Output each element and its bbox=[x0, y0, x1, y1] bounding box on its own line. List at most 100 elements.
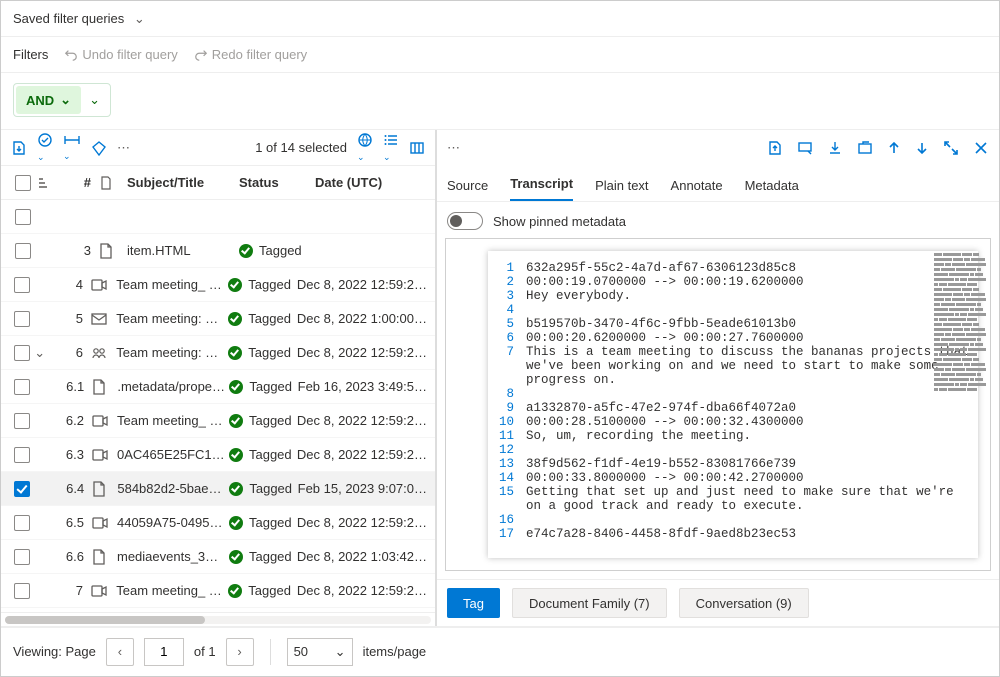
table-row[interactable]: 6.4584b82d2-5bae-4f…TaggedFeb 15, 2023 9… bbox=[1, 472, 435, 506]
table-row[interactable]: 4Team meeting_ ban…TaggedDec 8, 2022 12:… bbox=[1, 268, 435, 302]
operator-pill[interactable]: AND ⌄ ⌄ bbox=[13, 83, 111, 117]
row-checkbox[interactable] bbox=[14, 515, 30, 531]
mail-icon[interactable] bbox=[797, 140, 813, 156]
table-row[interactable]: 3item.HTMLTagged bbox=[1, 234, 435, 268]
row-number: 6.5 bbox=[52, 515, 92, 530]
up-arrow-icon[interactable] bbox=[887, 141, 901, 155]
transcript-line: 4 bbox=[496, 303, 970, 317]
col-type-icon[interactable] bbox=[99, 176, 127, 190]
row-date: Dec 8, 2022 12:59:2… bbox=[297, 583, 427, 598]
row-number: 6.3 bbox=[52, 447, 92, 462]
down-arrow-icon[interactable] bbox=[915, 141, 929, 155]
export-icon[interactable] bbox=[767, 140, 783, 156]
preview-tabs: Source Transcript Plain text Annotate Me… bbox=[437, 166, 999, 202]
show-pinned-row: Show pinned metadata bbox=[437, 202, 999, 236]
row-checkbox[interactable] bbox=[14, 311, 30, 327]
row-checkbox[interactable] bbox=[14, 447, 30, 463]
row-date: Feb 15, 2023 9:07:0… bbox=[298, 481, 427, 496]
table-row[interactable]: 6.30AC465E25FC146E…TaggedDec 8, 2022 12:… bbox=[1, 438, 435, 472]
col-subject[interactable]: Subject/Title bbox=[127, 175, 239, 190]
more-icon[interactable]: ⋯ bbox=[117, 140, 130, 156]
prev-page-button[interactable]: ‹ bbox=[106, 638, 134, 666]
transcript-line: 1000:00:28.5100000 --> 00:00:32.4300000 bbox=[496, 415, 970, 429]
col-num[interactable]: # bbox=[57, 175, 99, 190]
preview-panel: ⋯ Source Transcript Plain text Annotate … bbox=[437, 130, 999, 626]
columns-icon[interactable] bbox=[409, 140, 425, 156]
conversation-button[interactable]: Conversation (9) bbox=[679, 588, 809, 618]
horizontal-scrollbar[interactable] bbox=[1, 612, 435, 626]
download-icon[interactable] bbox=[827, 140, 843, 156]
expand-icon[interactable] bbox=[943, 140, 959, 156]
tag-button[interactable]: Tag bbox=[447, 588, 500, 618]
redo-filter-button[interactable]: Redo filter query bbox=[194, 47, 307, 62]
operator-extra[interactable]: ⌄ bbox=[81, 86, 108, 114]
tag-icon[interactable] bbox=[91, 140, 107, 156]
transcript-line: 5b519570b-3470-4f6c-9fbb-5eade61013b0 bbox=[496, 317, 970, 331]
status-badge: Tagged bbox=[229, 379, 297, 394]
row-checkbox[interactable] bbox=[14, 277, 30, 293]
tab-transcript[interactable]: Transcript bbox=[510, 176, 573, 201]
status-badge: Tagged bbox=[229, 515, 297, 530]
tab-metadata[interactable]: Metadata bbox=[745, 178, 799, 201]
table-row[interactable]: 6.1.metadata/properti…TaggedFeb 16, 2023… bbox=[1, 370, 435, 404]
chevron-down-icon[interactable]: ⌄ bbox=[34, 345, 45, 360]
tab-plain-text[interactable]: Plain text bbox=[595, 178, 648, 201]
globe-icon[interactable]: ⌄ bbox=[357, 132, 373, 163]
items-per-page-select[interactable]: 50 ⌄ bbox=[287, 638, 353, 666]
video-icon bbox=[91, 584, 116, 598]
undo-filter-button[interactable]: Undo filter query bbox=[64, 47, 177, 62]
operator-value: AND bbox=[26, 93, 54, 108]
tab-source[interactable]: Source bbox=[447, 178, 488, 201]
transcript-line: 3Hey everybody. bbox=[496, 289, 970, 303]
more-icon[interactable]: ⋯ bbox=[447, 140, 460, 156]
table-row[interactable]: 6.6mediaevents_3802-…TaggedDec 8, 2022 1… bbox=[1, 540, 435, 574]
col-status[interactable]: Status bbox=[239, 175, 315, 190]
row-checkbox[interactable] bbox=[14, 379, 30, 395]
divider bbox=[270, 639, 271, 665]
transcript-line: 200:00:19.0700000 --> 00:00:19.6200000 bbox=[496, 275, 970, 289]
show-pinned-toggle[interactable] bbox=[447, 212, 483, 230]
saved-queries-dropdown[interactable]: Saved filter queries ⌄ bbox=[13, 11, 145, 27]
globe-tick-icon[interactable]: ⌄ bbox=[37, 132, 53, 163]
table-row[interactable]: 6.544059A75-0495E62…TaggedDec 8, 2022 12… bbox=[1, 506, 435, 540]
row-checkbox[interactable] bbox=[15, 243, 31, 259]
undo-icon bbox=[64, 48, 78, 62]
transcript-line: 600:00:20.6200000 --> 00:00:27.7600000 bbox=[496, 331, 970, 345]
row-title: Team meeting: ban… bbox=[116, 345, 224, 360]
row-checkbox[interactable] bbox=[15, 209, 31, 225]
transcript-document[interactable]: 1632a295f-55c2-4a7d-af67-6306123d85c8200… bbox=[488, 251, 978, 558]
row-date: Dec 8, 2022 12:59:2… bbox=[297, 277, 427, 292]
page-input[interactable] bbox=[144, 638, 184, 666]
hierarchy-col-icon[interactable] bbox=[37, 176, 57, 190]
chevron-down-icon: ⌄ bbox=[134, 11, 145, 26]
row-checkbox[interactable] bbox=[14, 481, 30, 497]
col-date[interactable]: Date (UTC) bbox=[315, 175, 427, 190]
close-icon[interactable] bbox=[973, 140, 989, 156]
table-row[interactable]: ⌄6Team meeting: ban…TaggedDec 8, 2022 12… bbox=[1, 336, 435, 370]
undo-label: Undo filter query bbox=[82, 47, 177, 62]
select-all-checkbox[interactable] bbox=[15, 175, 31, 191]
tab-annotate[interactable]: Annotate bbox=[671, 178, 723, 201]
row-checkbox[interactable] bbox=[14, 413, 30, 429]
table-row[interactable] bbox=[1, 200, 435, 234]
grid-header: # Subject/Title Status Date (UTC) bbox=[1, 166, 435, 200]
row-checkbox[interactable] bbox=[14, 345, 30, 361]
row-checkbox[interactable] bbox=[14, 583, 30, 599]
table-row[interactable]: 6.2Team meeting_ ban…TaggedDec 8, 2022 1… bbox=[1, 404, 435, 438]
preview-toolbar: ⋯ bbox=[437, 130, 999, 166]
status-badge: Tagged bbox=[228, 345, 297, 360]
table-row[interactable]: 5Team meeting: ban…TaggedDec 8, 2022 1:0… bbox=[1, 302, 435, 336]
list-icon[interactable]: ⌄ bbox=[383, 132, 399, 163]
row-number: 6 bbox=[52, 345, 91, 360]
document-family-button[interactable]: Document Family (7) bbox=[512, 588, 667, 618]
operator-bar: AND ⌄ ⌄ bbox=[1, 73, 999, 130]
table-row[interactable]: 7Team meeting_ ban…TaggedDec 8, 2022 12:… bbox=[1, 574, 435, 608]
next-page-button[interactable]: › bbox=[226, 638, 254, 666]
open-icon[interactable] bbox=[857, 140, 873, 156]
range-icon[interactable]: ⌄ bbox=[63, 133, 81, 162]
transcript-line: 1338f9d562-f1df-4e19-b552-83081766e739 bbox=[496, 457, 970, 471]
minimap[interactable] bbox=[934, 253, 986, 393]
row-checkbox[interactable] bbox=[14, 549, 30, 565]
download-icon[interactable] bbox=[11, 140, 27, 156]
results-panel: ⌄ ⌄ ⋯ 1 of 14 selected ⌄ bbox=[1, 130, 437, 626]
